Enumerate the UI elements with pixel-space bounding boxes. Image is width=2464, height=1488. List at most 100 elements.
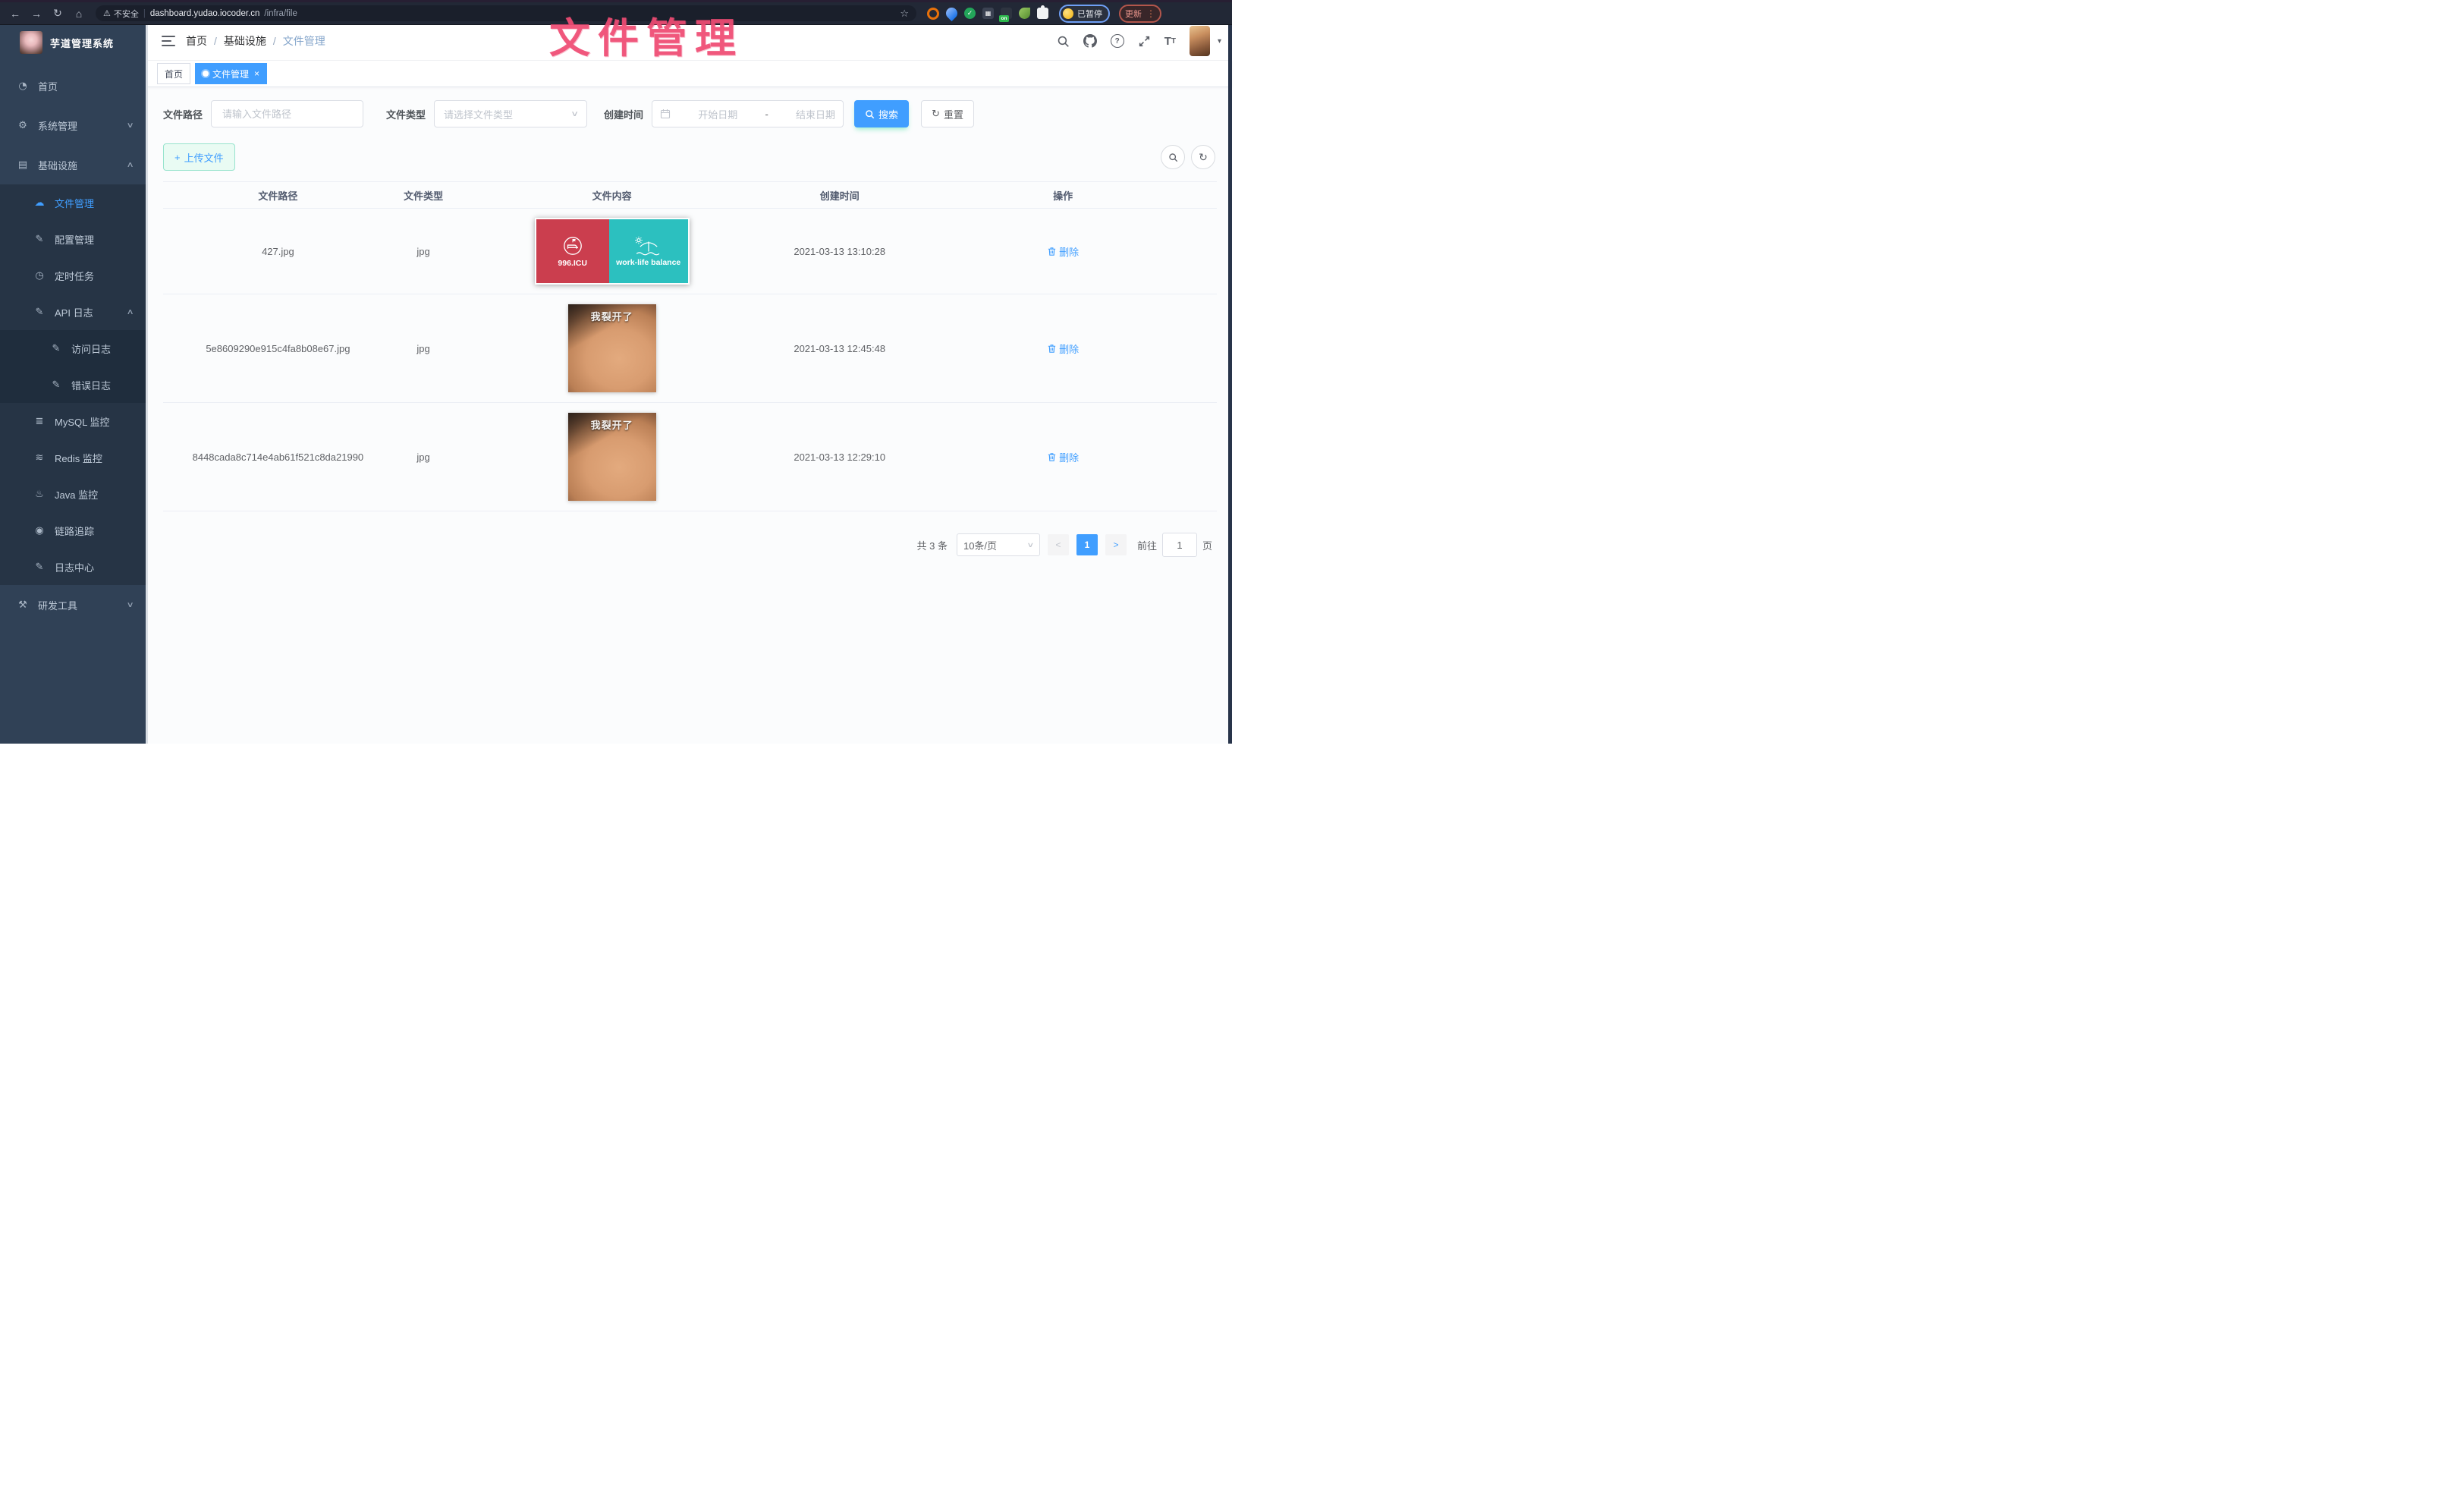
- page-number-button[interactable]: 1: [1076, 534, 1098, 555]
- sidebar-item-label: 链路追踪: [55, 524, 94, 538]
- date-separator: -: [765, 109, 768, 120]
- sidebar-item-label: Java 监控: [55, 487, 98, 502]
- sidebar-item[interactable]: ▤基础设施∧: [0, 145, 148, 184]
- sidebar-item[interactable]: ◔首页: [0, 66, 148, 105]
- breadcrumb-item[interactable]: 首页: [186, 33, 207, 49]
- hamburger-icon[interactable]: [162, 36, 175, 46]
- action-cell: 删除: [909, 341, 1217, 356]
- extension-icon[interactable]: [944, 5, 960, 21]
- sidebar-item[interactable]: ✎配置管理: [0, 221, 148, 257]
- sidebar-item[interactable]: ⚙系统管理∨: [0, 105, 148, 145]
- next-page-button[interactable]: >: [1105, 534, 1127, 555]
- file-path-cell: 427.jpg: [163, 246, 393, 257]
- close-icon[interactable]: ×: [254, 68, 259, 79]
- goto-unit-label: 页: [1202, 538, 1212, 552]
- table-header-cell: 创建时间: [770, 188, 909, 203]
- table-toolbar: + 上传文件 ↻: [163, 143, 1217, 171]
- chevron-down-icon[interactable]: ▾: [1218, 37, 1221, 46]
- search-button[interactable]: 搜索: [854, 100, 909, 127]
- browser-forward-icon[interactable]: →: [27, 5, 46, 22]
- extension-check-icon[interactable]: ✓: [964, 8, 976, 19]
- redis-icon: ≋: [33, 452, 46, 464]
- browser-back-icon[interactable]: ←: [6, 5, 24, 22]
- sidebar-item[interactable]: ✎访问日志: [0, 330, 148, 366]
- file-content-cell: 996.ICU work-life balance: [454, 218, 770, 285]
- page-scrollbar[interactable]: [1228, 22, 1232, 744]
- sidebar-item-label: 系统管理: [38, 118, 77, 133]
- file-path-cell: 5e8609290e915c4fa8b08e67.jpg: [163, 343, 393, 354]
- breadcrumb-item[interactable]: 基础设施: [224, 33, 266, 49]
- chevron-down-icon: ∨: [126, 121, 134, 130]
- address-bar[interactable]: ⚠不安全 | dashboard.yudao.iocoder.cn/infra/…: [96, 5, 916, 21]
- main-area: 首页/基础设施/文件管理 ? TT ▾ 首页文件管理×: [148, 22, 1232, 744]
- goto-page-input[interactable]: [1162, 533, 1197, 557]
- browser-update-button[interactable]: 更新 ⋮: [1119, 5, 1161, 23]
- delete-button[interactable]: 删除: [1047, 450, 1079, 464]
- browser-menu-icon[interactable]: ⋮: [1146, 8, 1155, 19]
- sidebar-item[interactable]: ✎日志中心: [0, 549, 148, 585]
- docs-help-icon[interactable]: ?: [1111, 34, 1124, 48]
- infra-icon: ▤: [17, 159, 29, 171]
- browser-reload-icon[interactable]: ↻: [49, 5, 67, 22]
- user-avatar[interactable]: [1190, 26, 1210, 56]
- table-header-cell: 文件类型: [393, 188, 454, 203]
- file-path-label: 文件路径: [163, 107, 203, 121]
- sidebar-item[interactable]: ✎错误日志: [0, 366, 148, 403]
- sidebar-item[interactable]: ≋Redis 监控: [0, 439, 148, 476]
- browser-profile-button[interactable]: 已暂停: [1059, 5, 1110, 23]
- extension-leaf-icon[interactable]: [1019, 8, 1030, 19]
- github-icon[interactable]: [1083, 34, 1097, 48]
- fullscreen-icon[interactable]: [1138, 35, 1151, 48]
- file-type-label: 文件类型: [386, 107, 426, 121]
- badge-right-text: work-life balance: [616, 258, 680, 267]
- file-type-select[interactable]: 请选择文件类型 ∨: [434, 100, 587, 127]
- sidebar-item[interactable]: ◉链路追踪: [0, 512, 148, 549]
- sidebar-item[interactable]: ◷定时任务: [0, 257, 148, 294]
- reset-button[interactable]: ↻ 重置: [921, 100, 974, 127]
- tab-active[interactable]: 文件管理×: [195, 63, 267, 84]
- font-size-icon[interactable]: TT: [1164, 35, 1176, 48]
- browser-home-icon[interactable]: ⌂: [70, 5, 88, 22]
- file-preview-image[interactable]: 我裂开了: [568, 304, 656, 392]
- security-warning[interactable]: ⚠不安全: [103, 8, 139, 20]
- sidebar-item[interactable]: ✎API 日志∧: [0, 294, 148, 330]
- upload-file-button[interactable]: + 上传文件: [163, 143, 235, 171]
- sidebar-item[interactable]: ⚒研发工具∨: [0, 585, 148, 624]
- file-path-input[interactable]: [221, 108, 354, 121]
- sidebar-item-label: 研发工具: [38, 598, 77, 612]
- delete-button[interactable]: 删除: [1047, 244, 1079, 259]
- page-size-select[interactable]: 10条/页 ∨: [957, 533, 1040, 556]
- date-range-picker[interactable]: 开始日期 - 结束日期: [652, 100, 844, 127]
- sidebar-item-label: 定时任务: [55, 269, 94, 283]
- toggle-search-button[interactable]: [1161, 145, 1185, 169]
- pagination: 共 3 条 10条/页 ∨ < 1 > 前往 页: [163, 533, 1217, 557]
- extension-icon[interactable]: [927, 8, 939, 20]
- file-preview-image[interactable]: 我裂开了: [568, 413, 656, 501]
- sidebar-item[interactable]: ☁文件管理: [0, 184, 148, 221]
- sidebar-item[interactable]: ≣MySQL 监控: [0, 403, 148, 439]
- search-icon[interactable]: [1057, 35, 1070, 48]
- badge-left-text: 996.ICU: [558, 259, 587, 268]
- create-time-label: 创建时间: [604, 107, 643, 121]
- breadcrumb-separator: /: [214, 35, 217, 47]
- tab-item[interactable]: 首页: [157, 63, 190, 84]
- table-row: 5e8609290e915c4fa8b08e67.jpgjpg我裂开了2021-…: [163, 294, 1217, 403]
- log-icon: ✎: [33, 562, 46, 573]
- delete-button[interactable]: 删除: [1047, 341, 1079, 356]
- reset-button-label: 重置: [944, 107, 963, 121]
- extension-grid-icon[interactable]: ▦: [982, 8, 994, 19]
- prev-page-button[interactable]: <: [1048, 534, 1069, 555]
- page-size-value: 10条/页: [963, 538, 997, 552]
- sidebar-item-label: 错误日志: [71, 378, 111, 392]
- tab-label: 首页: [165, 68, 183, 80]
- file-preview-996-badge[interactable]: 996.ICU work-life balance: [535, 218, 690, 285]
- sidebar-item[interactable]: ♨Java 监控: [0, 476, 148, 512]
- file-type-cell: jpg: [393, 246, 454, 257]
- extensions-puzzle-icon[interactable]: [1037, 8, 1048, 19]
- extension-icon[interactable]: on: [1001, 8, 1012, 19]
- refresh-table-button[interactable]: ↻: [1191, 145, 1215, 169]
- bookmark-star-icon[interactable]: ☆: [900, 8, 909, 20]
- app-logo-row[interactable]: 芋道管理系统: [0, 22, 148, 61]
- chevron-down-icon: ∨: [570, 110, 579, 118]
- date-start-placeholder: 开始日期: [698, 107, 737, 121]
